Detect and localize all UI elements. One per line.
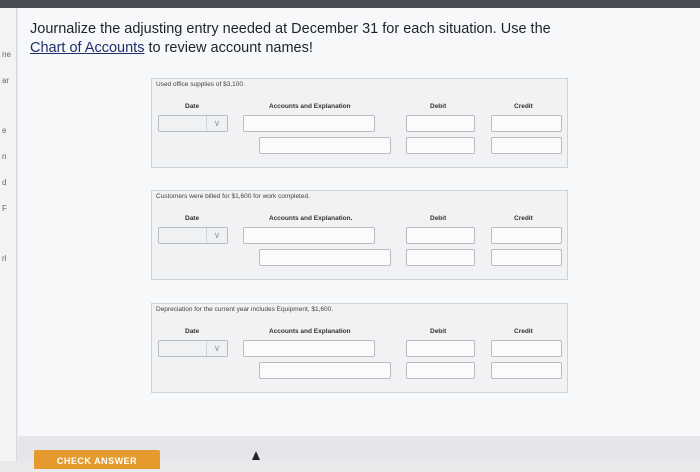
browser-top-bar — [0, 0, 700, 8]
account-input-credit-line[interactable] — [259, 137, 391, 154]
scenario-description: Used office supplies of $3,100. — [156, 81, 245, 88]
account-input-debit-line[interactable] — [243, 115, 375, 132]
account-input-debit-line[interactable] — [243, 227, 375, 244]
chevron-down-icon: ∨ — [206, 341, 227, 356]
debit-input-line-2[interactable] — [406, 137, 475, 154]
date-dropdown[interactable]: ∨ — [158, 340, 228, 357]
journal-entry-block-3: Depreciation for the current year includ… — [151, 303, 568, 393]
debit-input-line-1[interactable] — [406, 115, 475, 132]
credit-input-line-1[interactable] — [491, 115, 562, 132]
account-input-debit-line[interactable] — [243, 340, 375, 357]
gutter-fragment: ne — [2, 50, 11, 59]
debit-column-header: Debit — [430, 215, 447, 222]
accounts-column-header: Accounts and Explanation — [269, 328, 351, 335]
scenario-description: Customers were billed for $1,600 for wor… — [156, 193, 310, 200]
credit-input-line-2[interactable] — [491, 362, 562, 379]
instruction-text: Journalize the adjusting entry needed at… — [30, 21, 551, 37]
chevron-down-icon: ∨ — [206, 116, 227, 131]
credit-column-header: Credit — [514, 328, 533, 335]
question-panel: Journalize the adjusting entry needed at… — [18, 8, 700, 469]
debit-input-line-1[interactable] — [406, 227, 475, 244]
date-column-header: Date — [185, 215, 200, 222]
accounts-column-header: Accounts and Explanation — [269, 103, 351, 110]
gutter-fragment: n — [2, 152, 7, 161]
scenario-description: Depreciation for the current year includ… — [156, 306, 334, 313]
credit-column-header: Credit — [514, 103, 533, 110]
date-column-header: Date — [185, 103, 200, 110]
date-column-header: Date — [185, 328, 200, 335]
gutter-fragment: ar — [2, 76, 10, 85]
credit-input-line-1[interactable] — [491, 227, 562, 244]
account-input-credit-line[interactable] — [259, 249, 391, 266]
debit-input-line-2[interactable] — [406, 249, 475, 266]
accounts-column-header: Accounts and Explanation. — [269, 215, 353, 222]
debit-column-header: Debit — [430, 103, 447, 110]
gutter-fragment: rl — [2, 254, 7, 263]
instruction-text-rest: to review account names! — [144, 40, 313, 56]
debit-input-line-2[interactable] — [406, 362, 475, 379]
gutter-fragment: F — [2, 204, 7, 213]
gutter-fragment: e — [2, 126, 7, 135]
chart-of-accounts-link[interactable]: Chart of Accounts — [30, 40, 144, 56]
mouse-pointer-icon — [252, 451, 260, 460]
credit-input-line-2[interactable] — [491, 249, 562, 266]
journal-entry-block-1: Used office supplies of $3,100. Date Acc… — [151, 78, 568, 168]
gutter-fragment: d — [2, 178, 7, 187]
date-dropdown[interactable]: ∨ — [158, 227, 228, 244]
debit-input-line-1[interactable] — [406, 340, 475, 357]
credit-column-header: Credit — [514, 215, 533, 222]
credit-input-line-1[interactable] — [491, 340, 562, 357]
journal-entry-block-2: Customers were billed for $1,600 for wor… — [151, 190, 568, 280]
account-input-credit-line[interactable] — [259, 362, 391, 379]
chevron-down-icon: ∨ — [206, 228, 227, 243]
question-instruction: Journalize the adjusting entry needed at… — [30, 20, 630, 58]
check-answer-button[interactable]: CHECK ANSWER — [34, 450, 160, 469]
date-dropdown[interactable]: ∨ — [158, 115, 228, 132]
debit-column-header: Debit — [430, 328, 447, 335]
credit-input-line-2[interactable] — [491, 137, 562, 154]
left-sidebar-edge: ne ar e n d F rl — [0, 8, 17, 461]
